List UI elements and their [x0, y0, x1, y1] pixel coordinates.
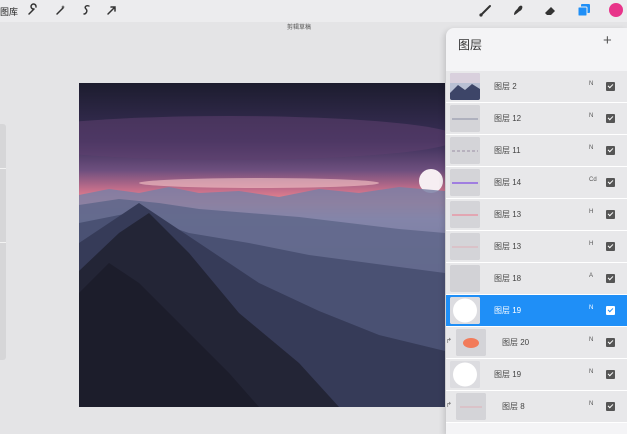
- layer-visibility-checkbox[interactable]: [606, 242, 615, 251]
- layers-panel: 图层 + 图层 2 N 图层 12 N 图层 11 N 图层 14 Cd 图层 …: [446, 28, 627, 434]
- blend-mode-button[interactable]: N: [589, 337, 593, 343]
- layer-thumbnail: [450, 73, 480, 100]
- layer-visibility-checkbox[interactable]: [606, 82, 615, 91]
- layer-thumbnail: [450, 265, 480, 292]
- blend-mode-button[interactable]: N: [589, 81, 593, 87]
- layer-visibility-checkbox[interactable]: [606, 146, 615, 155]
- layer-name: 图层 12: [494, 114, 522, 123]
- layer-visibility-checkbox[interactable]: [606, 370, 615, 379]
- layer-row[interactable]: 图层 18 A: [446, 263, 627, 295]
- blend-mode-button[interactable]: H: [589, 241, 593, 247]
- layer-row[interactable]: 图层 19 N: [446, 359, 627, 391]
- layer-visibility-checkbox[interactable]: [606, 338, 615, 347]
- magic-wand-icon[interactable]: [54, 3, 68, 17]
- blend-mode-button[interactable]: A: [589, 273, 593, 279]
- layers-icon[interactable]: [576, 2, 592, 18]
- layer-row[interactable]: ↱ 图层 20 N: [446, 327, 627, 359]
- layer-name: 图层 19: [494, 370, 522, 379]
- layer-row[interactable]: ↱ 图层 8 N: [446, 391, 627, 423]
- blend-mode-button[interactable]: N: [589, 305, 593, 311]
- layer-visibility-checkbox[interactable]: [606, 114, 615, 123]
- layer-name: 图层 19: [494, 306, 522, 315]
- layer-row[interactable]: 图层 13 H: [446, 199, 627, 231]
- layer-thumbnail: [450, 361, 480, 388]
- layer-row[interactable]: 图层 13 H: [446, 231, 627, 263]
- layer-visibility-checkbox[interactable]: [606, 306, 615, 315]
- blend-mode-button[interactable]: Cd: [589, 177, 597, 183]
- layer-visibility-checkbox[interactable]: [606, 178, 615, 187]
- brush-icon[interactable]: [478, 2, 494, 18]
- blend-mode-button[interactable]: H: [589, 209, 593, 215]
- blend-mode-button[interactable]: N: [589, 401, 593, 407]
- layer-thumbnail: [450, 137, 480, 164]
- layer-name: 图层 18: [494, 274, 522, 283]
- blend-mode-button[interactable]: N: [589, 113, 593, 119]
- opacity-slider-handle[interactable]: [0, 242, 6, 243]
- layer-name: 图层 8: [502, 402, 525, 411]
- layer-thumbnail: [450, 297, 480, 324]
- eraser-icon[interactable]: [542, 2, 558, 18]
- layer-name: 图层 13: [494, 242, 522, 251]
- document-title: 剪辑草稿: [287, 25, 312, 31]
- layer-thumbnail: [450, 169, 480, 196]
- clipping-mask-arrow-icon: ↱: [446, 338, 452, 345]
- layer-row-selected[interactable]: 图层 19 N: [446, 295, 627, 327]
- layer-thumbnail: [456, 393, 486, 420]
- layers-panel-title: 图层: [458, 38, 483, 52]
- layer-thumbnail: [450, 201, 480, 228]
- canvas-artwork[interactable]: [79, 83, 445, 407]
- layer-visibility-checkbox[interactable]: [606, 210, 615, 219]
- layer-row[interactable]: 图层 2 N: [446, 71, 627, 103]
- layer-name: 图层 11: [494, 146, 521, 155]
- blend-mode-button[interactable]: N: [589, 369, 593, 375]
- left-sidebar[interactable]: [0, 124, 6, 360]
- top-toolbar: 图库: [0, 0, 627, 22]
- clipping-mask-arrow-icon: ↱: [446, 402, 452, 409]
- layer-thumbnail: [450, 233, 480, 260]
- size-slider-handle[interactable]: [0, 168, 6, 169]
- layer-row[interactable]: 图层 11 N: [446, 135, 627, 167]
- add-layer-button[interactable]: +: [603, 32, 612, 49]
- layer-row[interactable]: 图层 12 N: [446, 103, 627, 135]
- color-picker-button[interactable]: [609, 3, 623, 17]
- layer-name: 图层 14: [494, 178, 522, 187]
- layer-name: 图层 13: [494, 210, 522, 219]
- selection-icon[interactable]: [80, 3, 94, 17]
- transform-icon[interactable]: [105, 3, 119, 17]
- smudge-icon[interactable]: [510, 2, 526, 18]
- layer-row[interactable]: 图层 14 Cd: [446, 167, 627, 199]
- blend-mode-button[interactable]: N: [589, 145, 593, 151]
- layer-visibility-checkbox[interactable]: [606, 402, 615, 411]
- wrench-icon[interactable]: [26, 3, 40, 17]
- layer-thumbnail: [456, 329, 486, 356]
- gallery-button[interactable]: 图库: [0, 5, 18, 18]
- layer-thumbnail: [450, 105, 480, 132]
- layer-name: 图层 2: [494, 82, 517, 91]
- layer-name: 图层 20: [502, 338, 530, 347]
- layer-visibility-checkbox[interactable]: [606, 274, 615, 283]
